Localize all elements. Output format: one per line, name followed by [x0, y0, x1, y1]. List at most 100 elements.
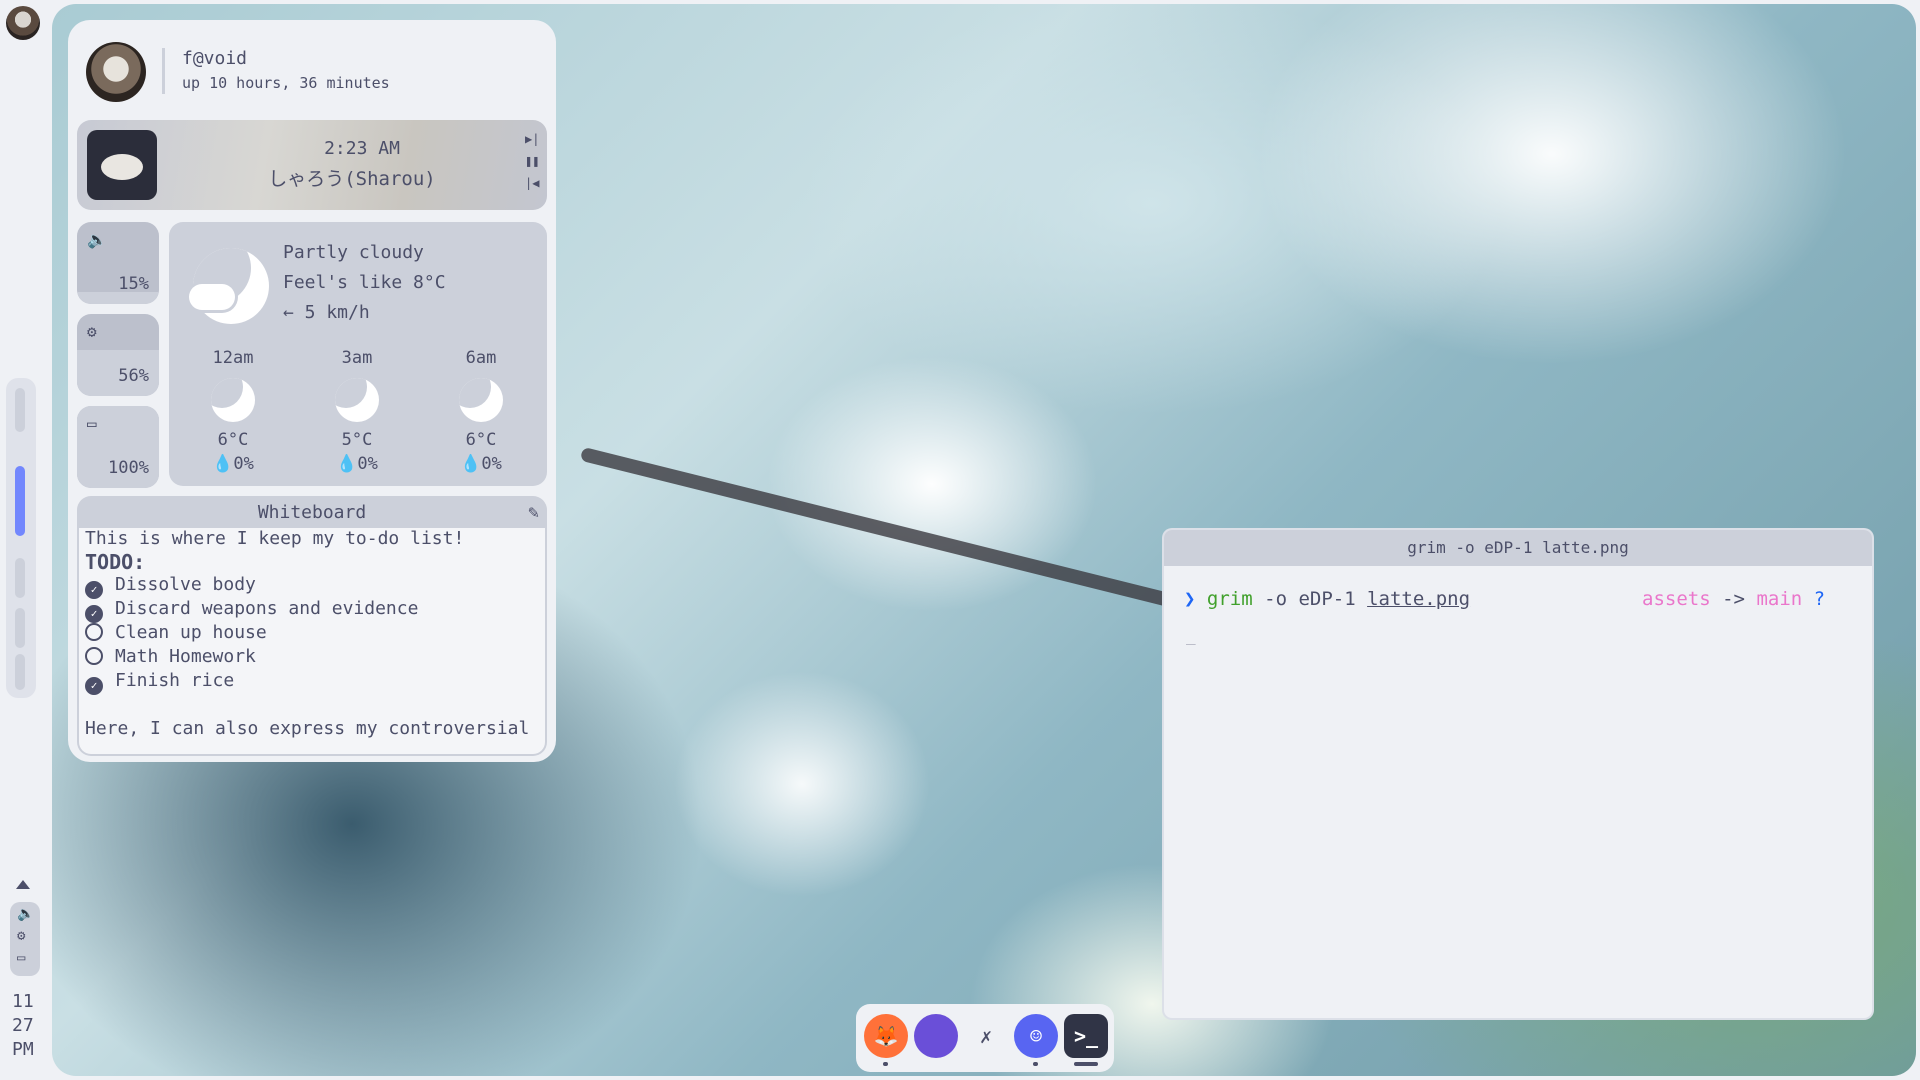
forecast-rain: 💧0% — [212, 454, 254, 474]
speaker-icon: 🔈 — [87, 230, 107, 249]
command-args: -o eDP-1 — [1264, 588, 1356, 610]
unchecked-icon[interactable] — [85, 647, 103, 665]
right-prompt: assets -> main ? — [1642, 588, 1825, 610]
workspace-3[interactable] — [15, 558, 25, 598]
clock-minute: 27 — [12, 1015, 34, 1036]
moon-icon — [459, 378, 503, 422]
forecast-time: 3am — [341, 348, 373, 368]
terminal-title: grim -o eDP-1 latte.png — [1164, 530, 1872, 566]
todo-item: ✓ Finish rice — [85, 670, 234, 695]
sidebar-clock[interactable]: 11 27 PM — [0, 990, 42, 1062]
speaker-icon[interactable]: 🔈 — [17, 906, 34, 922]
forecast-time: 12am — [212, 348, 254, 368]
cloud-icon — [189, 284, 235, 310]
battery-icon[interactable]: ▭ — [17, 950, 25, 966]
volume-value: 15% — [118, 274, 149, 294]
pencil-icon[interactable]: ✎ — [528, 502, 539, 523]
weather-condition: Partly cloudy — [283, 242, 424, 263]
command: grim — [1206, 588, 1253, 610]
forecast-time: 6am — [465, 348, 497, 368]
pause-icon[interactable]: ❚❚ — [525, 154, 539, 168]
todo-item: ✓ Discard weapons and evidence — [85, 598, 418, 623]
workspace-switcher — [6, 378, 36, 698]
forecast-temp: 6°C — [465, 430, 497, 450]
media-title: しゃろう(Sharou) — [268, 168, 436, 190]
unchecked-icon[interactable] — [85, 623, 103, 641]
clock-hour: 11 — [12, 991, 34, 1012]
running-indicator — [1033, 1062, 1038, 1066]
skip-next-icon[interactable]: ▶| — [525, 132, 539, 146]
todo-item: Math Homework — [85, 646, 256, 667]
purple-app-icon[interactable] — [914, 1014, 958, 1058]
firefox-icon[interactable]: 🦊 — [864, 1014, 908, 1058]
forecast-rain: 💧0% — [336, 454, 378, 474]
brightness-slider[interactable]: ⚙ 56% — [77, 314, 159, 396]
whiteboard: Whiteboard ✎ This is where I keep my to-… — [77, 496, 547, 756]
volume-slider[interactable]: 🔈 15% — [77, 222, 159, 304]
forecast-item: 3am 5°C 💧0% — [317, 346, 397, 476]
divider — [162, 48, 165, 94]
left-bar: 🔈 ⚙ ▭ 11 27 PM — [0, 0, 42, 1080]
prompt-arrow-icon: ❯ — [1184, 588, 1196, 610]
avatar[interactable] — [6, 6, 40, 40]
whiteboard-footer: Here, I can also express my controversia… — [85, 718, 530, 739]
battery-indicator: ▭ 100% — [77, 406, 159, 488]
command-file: latte.png — [1367, 588, 1471, 610]
todo-label: Discard weapons and evidence — [115, 598, 419, 619]
gear-icon[interactable]: ⚙ — [17, 928, 25, 944]
running-indicator — [1074, 1062, 1098, 1066]
checked-icon[interactable]: ✓ — [85, 581, 103, 599]
current-dir: assets — [1642, 588, 1711, 610]
todo-label: Dissolve body — [115, 574, 256, 595]
checked-icon[interactable]: ✓ — [85, 677, 103, 695]
todo-label: Clean up house — [115, 622, 267, 643]
todo-item: Clean up house — [85, 622, 267, 643]
terminal-icon[interactable]: >_ — [1064, 1014, 1108, 1058]
todo-label: Finish rice — [115, 670, 235, 691]
workspace-1[interactable] — [15, 388, 25, 432]
whiteboard-text[interactable]: This is where I keep my to-do list! TODO… — [79, 528, 545, 754]
dashboard-panel: f@void up 10 hours, 36 minutes 2:23 AM し… — [68, 20, 556, 762]
moon-icon — [335, 378, 379, 422]
weather-feels-like: Feel's like 8°C — [283, 272, 446, 293]
git-status: ? — [1813, 588, 1826, 610]
clock-ampm: PM — [12, 1039, 34, 1060]
system-tray: 🔈 ⚙ ▭ — [10, 902, 40, 976]
whiteboard-title: Whiteboard — [257, 502, 367, 523]
discord-icon[interactable]: ☺ — [1014, 1014, 1058, 1058]
tool-app-icon[interactable]: ✗ — [964, 1014, 1008, 1058]
battery-icon: ▭ — [87, 414, 97, 433]
skip-previous-icon[interactable]: |◀ — [525, 176, 539, 190]
tray-expand-icon[interactable] — [16, 880, 30, 889]
wallpaper-branch — [579, 446, 1205, 616]
forecast-temp: 6°C — [217, 430, 249, 450]
workspace-4[interactable] — [15, 608, 25, 648]
battery-value: 100% — [108, 458, 149, 478]
brightness-value: 56% — [118, 366, 149, 386]
checked-icon[interactable]: ✓ — [85, 605, 103, 623]
user-avatar — [86, 42, 146, 102]
workspace-2-active[interactable] — [15, 466, 25, 536]
weather-wind: ← 5 km/h — [283, 302, 370, 323]
moon-icon — [211, 378, 255, 422]
terminal-prompt: ❯ grim -o eDP-1 latte.png — [1184, 588, 1470, 610]
album-cover — [87, 130, 157, 200]
forecast-rain: 💧0% — [460, 454, 502, 474]
username: f@void — [182, 48, 248, 69]
terminal-window[interactable]: grim -o eDP-1 latte.png ❯ grim -o eDP-1 … — [1164, 530, 1872, 1018]
forecast-item: 12am 6°C 💧0% — [193, 346, 273, 476]
forecast-item: 6am 6°C 💧0% — [441, 346, 521, 476]
running-indicator — [883, 1062, 888, 1066]
media-time: 2:23 AM — [324, 138, 400, 159]
todo-heading: TODO: — [85, 550, 146, 574]
dock: 🦊 ✗ ☺ >_ — [856, 1004, 1114, 1072]
workspace-5[interactable] — [15, 654, 25, 690]
todo-item: ✓ Dissolve body — [85, 574, 256, 599]
forecast-temp: 5°C — [341, 430, 373, 450]
git-branch: main — [1756, 588, 1803, 610]
terminal-cursor: _ — [1186, 626, 1196, 645]
media-player: 2:23 AM しゃろう(Sharou) ▶| ❚❚ |◀ — [77, 120, 547, 210]
uptime: up 10 hours, 36 minutes — [182, 74, 390, 92]
weather-widget: Partly cloudy Feel's like 8°C ← 5 km/h 1… — [169, 222, 547, 486]
whiteboard-intro: This is where I keep my to-do list! — [85, 528, 465, 549]
